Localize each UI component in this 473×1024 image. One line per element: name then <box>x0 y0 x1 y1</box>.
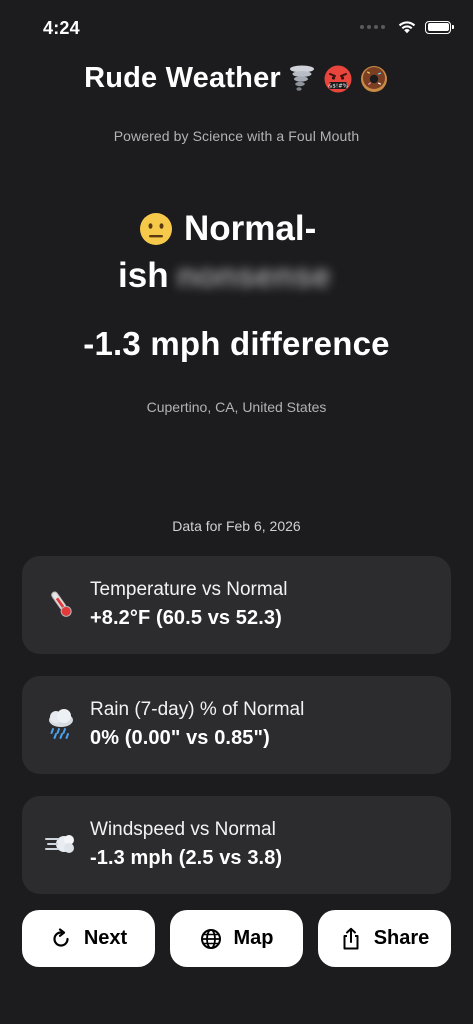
difference-value: -1.3 mph difference <box>83 325 390 362</box>
globe-icon <box>200 928 221 949</box>
svg-text:&$!#%: &$!#% <box>328 83 348 89</box>
rain-card: Rain (7-day) % of Normal 0% (0.00" vs 0.… <box>22 676 451 774</box>
cursing-face-icon: &$!#% <box>324 65 352 92</box>
neutral-face-icon <box>140 212 172 245</box>
temperature-label: Temperature vs Normal <box>90 579 288 600</box>
share-button[interactable]: Share <box>318 910 451 967</box>
thermometer-icon <box>51 591 72 617</box>
censored-word: nonsense <box>176 257 331 294</box>
map-button[interactable]: Map <box>170 910 303 967</box>
signal-dots-icon <box>360 25 385 29</box>
wifi-icon <box>398 21 416 34</box>
map-button-label: Map <box>233 927 274 949</box>
app-subtitle: Powered by Science with a Foul Mouth <box>113 128 360 144</box>
wind-card: Windspeed vs Normal -1.3 mph (2.5 vs 3.8… <box>22 796 451 894</box>
share-button-label: Share <box>373 927 430 949</box>
donut-icon <box>360 65 387 92</box>
next-button-label: Next <box>83 927 128 949</box>
location-label: Cupertino, CA, United States <box>146 399 327 415</box>
app-title: Rude Weather <box>84 62 281 94</box>
weather-headline: Normal- ish nonsense <box>118 205 438 299</box>
share-icon <box>343 927 359 949</box>
rain-value: 0% (0.00" vs 0.85") <box>90 727 270 749</box>
tornado-icon <box>289 65 314 91</box>
status-time: 4:24 <box>43 18 80 38</box>
next-button[interactable]: Next <box>22 910 155 967</box>
wind-value: -1.3 mph (2.5 vs 3.8) <box>90 847 283 869</box>
wind-label: Windspeed vs Normal <box>90 819 276 840</box>
headline-part1: Normal- <box>184 209 317 248</box>
rain-cloud-icon <box>49 709 73 739</box>
status-bar: 4:24 <box>0 0 473 60</box>
status-icons <box>360 20 454 34</box>
temperature-card: Temperature vs Normal +8.2°F (60.5 vs 52… <box>22 556 451 654</box>
data-date-label: Data for Feb 6, 2026 <box>172 518 301 534</box>
app-header: Rude Weather &$!#% <box>0 62 473 95</box>
battery-icon <box>425 20 454 34</box>
headline-part2: ish <box>118 256 169 295</box>
temperature-value: +8.2°F (60.5 vs 52.3) <box>90 607 282 629</box>
wind-icon <box>45 835 74 853</box>
refresh-icon <box>53 927 69 947</box>
rain-label: Rain (7-day) % of Normal <box>90 699 305 720</box>
